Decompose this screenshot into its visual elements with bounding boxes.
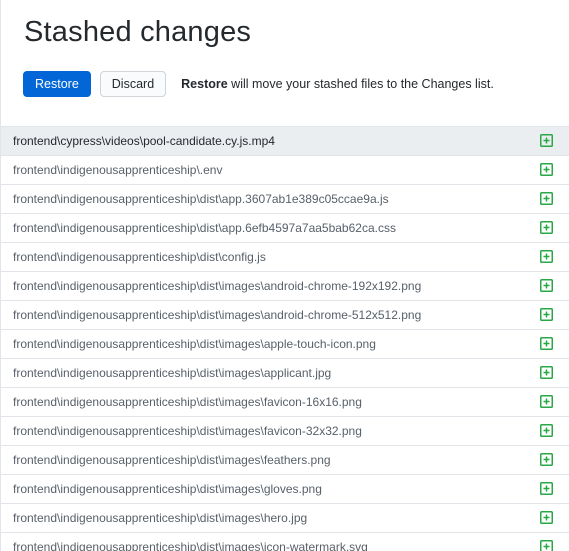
stash-header: Stashed changes Restore Discard Restore …: [1, 0, 569, 126]
file-path: frontend\cypress\videos\pool-candidate.c…: [13, 134, 275, 148]
diff-added-icon: [540, 221, 553, 234]
file-row[interactable]: frontend\indigenousapprenticeship\dist\i…: [1, 272, 569, 301]
stash-actions: Restore Discard Restore will move your s…: [23, 71, 494, 97]
file-row[interactable]: frontend\indigenousapprenticeship\dist\i…: [1, 359, 569, 388]
file-path: frontend\indigenousapprenticeship\dist\i…: [13, 308, 422, 322]
diff-added-icon: [540, 279, 553, 292]
diff-added-icon: [540, 250, 553, 263]
diff-added-icon: [540, 134, 553, 147]
diff-added-icon: [540, 540, 553, 551]
restore-explanation: Restore will move your stashed files to …: [181, 77, 494, 91]
file-row[interactable]: frontend\indigenousapprenticeship\dist\i…: [1, 475, 569, 504]
file-path: frontend\indigenousapprenticeship\dist\i…: [13, 540, 368, 551]
file-path: frontend\indigenousapprenticeship\dist\c…: [13, 250, 266, 264]
file-path: frontend\indigenousapprenticeship\dist\i…: [13, 366, 332, 380]
restore-button[interactable]: Restore: [23, 71, 91, 97]
file-path: frontend\indigenousapprenticeship\dist\i…: [13, 395, 362, 409]
diff-added-icon: [540, 482, 553, 495]
diff-added-icon: [540, 163, 553, 176]
diff-added-icon: [540, 395, 553, 408]
file-path: frontend\indigenousapprenticeship\dist\i…: [13, 511, 308, 525]
file-path: frontend\indigenousapprenticeship\dist\i…: [13, 453, 331, 467]
file-path: frontend\indigenousapprenticeship\.env: [13, 163, 223, 177]
diff-added-icon: [540, 453, 553, 466]
file-row[interactable]: frontend\indigenousapprenticeship\dist\a…: [1, 185, 569, 214]
diff-added-icon: [540, 192, 553, 205]
stashed-changes-view: Stashed changes Restore Discard Restore …: [0, 0, 569, 551]
discard-button[interactable]: Discard: [99, 71, 167, 97]
file-row[interactable]: frontend\indigenousapprenticeship\dist\i…: [1, 330, 569, 359]
file-row[interactable]: frontend\indigenousapprenticeship\dist\i…: [1, 301, 569, 330]
file-row[interactable]: frontend\indigenousapprenticeship\dist\a…: [1, 214, 569, 243]
file-row[interactable]: frontend\indigenousapprenticeship\dist\i…: [1, 446, 569, 475]
file-path: frontend\indigenousapprenticeship\dist\i…: [13, 424, 362, 438]
file-row[interactable]: frontend\indigenousapprenticeship\dist\i…: [1, 533, 569, 551]
diff-added-icon: [540, 424, 553, 437]
file-row[interactable]: frontend\indigenousapprenticeship\.env: [1, 156, 569, 185]
diff-added-icon: [540, 511, 553, 524]
file-row[interactable]: frontend\indigenousapprenticeship\dist\c…: [1, 243, 569, 272]
page-title: Stashed changes: [24, 16, 252, 48]
diff-added-icon: [540, 337, 553, 350]
file-path: frontend\indigenousapprenticeship\dist\a…: [13, 192, 389, 206]
file-path: frontend\indigenousapprenticeship\dist\a…: [13, 221, 396, 235]
diff-added-icon: [540, 366, 553, 379]
file-path: frontend\indigenousapprenticeship\dist\i…: [13, 482, 322, 496]
stashed-file-list: frontend\cypress\videos\pool-candidate.c…: [1, 126, 569, 551]
file-row[interactable]: frontend\indigenousapprenticeship\dist\i…: [1, 388, 569, 417]
file-row[interactable]: frontend\indigenousapprenticeship\dist\i…: [1, 504, 569, 533]
file-row[interactable]: frontend\indigenousapprenticeship\dist\i…: [1, 417, 569, 446]
file-path: frontend\indigenousapprenticeship\dist\i…: [13, 337, 376, 351]
restore-explanation-strong: Restore: [181, 77, 228, 91]
restore-explanation-text: will move your stashed files to the Chan…: [227, 77, 494, 91]
file-row[interactable]: frontend\cypress\videos\pool-candidate.c…: [1, 127, 569, 156]
diff-added-icon: [540, 308, 553, 321]
file-path: frontend\indigenousapprenticeship\dist\i…: [13, 279, 422, 293]
